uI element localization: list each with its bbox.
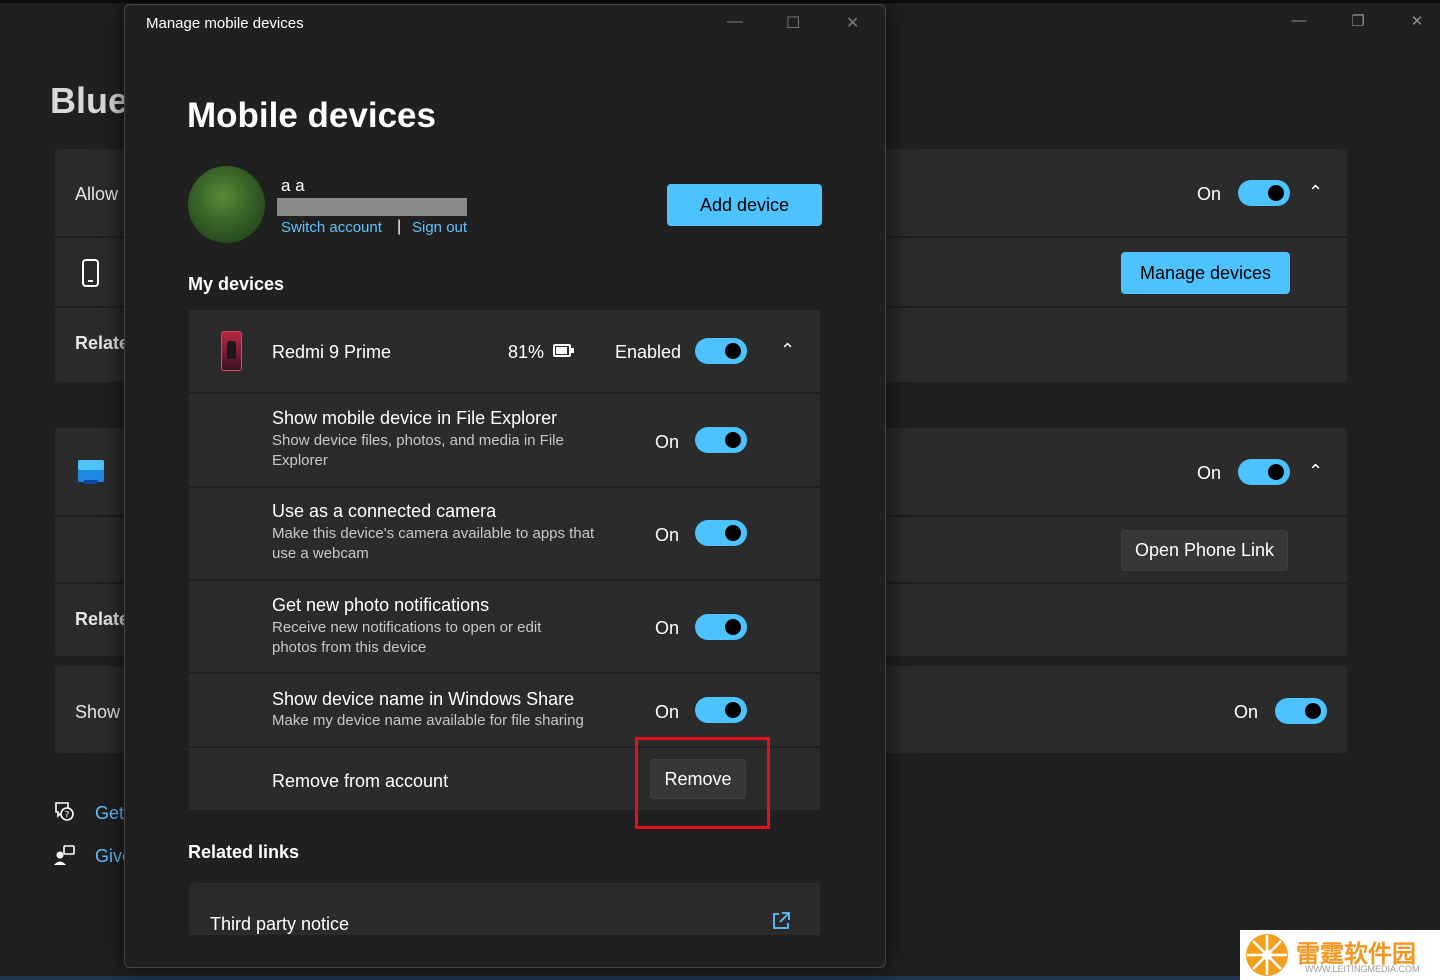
remove-label: Remove from account	[272, 771, 449, 791]
sign-out-link[interactable]: Sign out	[412, 219, 467, 236]
chevron-up-icon[interactable]: ⌃	[1308, 461, 1323, 482]
device-phone-icon	[221, 331, 242, 371]
setting-subtitle: Show device files, photos, and media in …	[272, 432, 564, 449]
dialog-title: Manage mobile devices	[146, 15, 304, 32]
third-party-notice-link[interactable]: Third party notice	[210, 914, 349, 935]
setting-title: Get new photo notifications	[272, 595, 490, 615]
setting-subtitle: Explorer	[272, 452, 328, 469]
external-link-icon[interactable]	[770, 910, 792, 932]
setting-subtitle: Receive new notifications to open or edi…	[272, 619, 542, 636]
show-state-label: On	[1234, 702, 1259, 722]
open-phone-link-button[interactable]: Open Phone Link	[1121, 530, 1288, 571]
related-label: Relate	[75, 609, 130, 629]
chevron-up-icon[interactable]: ⌃	[1308, 182, 1323, 203]
setting-title: Show mobile device in File Explorer	[272, 408, 558, 428]
link-separator: |	[397, 218, 402, 235]
camera-toggle[interactable]	[695, 520, 747, 546]
watermark-url: WWW.LEITINGMEDIA.COM	[1305, 964, 1420, 974]
get-help-link[interactable]: Get	[95, 803, 124, 824]
manage-devices-button[interactable]: Manage devices	[1121, 252, 1290, 294]
close-icon[interactable]: ✕	[1407, 12, 1427, 32]
minimize-icon[interactable]: —	[727, 13, 743, 31]
device-name: Redmi 9 Prime	[272, 342, 392, 362]
device-enabled-toggle[interactable]	[695, 338, 747, 364]
add-device-button[interactable]: Add device	[667, 184, 822, 226]
related-links-title: Related links	[188, 842, 300, 862]
setting-state-label: On	[655, 618, 680, 638]
chevron-up-icon[interactable]: ⌃	[780, 340, 795, 361]
setting-subtitle: Make my device name available for file s…	[272, 712, 584, 729]
phone-icon	[82, 259, 99, 287]
phone-link-toggle[interactable]	[1238, 459, 1290, 485]
setting-state-label: On	[655, 432, 680, 452]
account-name: a a	[281, 176, 305, 195]
restore-icon[interactable]: ❐	[1348, 12, 1368, 32]
highlight-box	[635, 737, 770, 829]
setting-subtitle: photos from this device	[272, 639, 427, 656]
phone-link-state-label: On	[1197, 463, 1222, 483]
setting-title: Use as a connected camera	[272, 501, 497, 521]
allow-state-label: On	[1197, 184, 1222, 204]
manage-mobile-devices-dialog	[124, 4, 886, 968]
phone-link-icon	[78, 460, 104, 484]
maximize-icon[interactable]: ☐	[786, 13, 800, 33]
close-icon[interactable]: ✕	[846, 13, 859, 33]
redacted-email	[277, 198, 467, 216]
my-devices-title: My devices	[188, 274, 285, 294]
battery-icon	[553, 344, 574, 357]
allow-toggle[interactable]	[1238, 180, 1290, 206]
setting-state-label: On	[655, 702, 680, 722]
battery-percent: 81%	[508, 342, 545, 362]
file-explorer-toggle[interactable]	[695, 427, 747, 453]
device-status: Enabled	[615, 342, 682, 362]
show-toggle[interactable]	[1275, 698, 1327, 724]
setting-subtitle: Make this device's camera available to a…	[272, 525, 595, 542]
setting-state-label: On	[655, 525, 680, 545]
minimize-icon[interactable]: —	[1289, 12, 1309, 32]
watermark-logo-icon	[1246, 934, 1288, 976]
avatar	[188, 166, 265, 243]
switch-account-link[interactable]: Switch account	[281, 219, 382, 236]
taskbar-strip	[0, 976, 1440, 980]
svg-text:?: ?	[65, 811, 70, 821]
feedback-icon	[54, 845, 75, 865]
show-label: Show	[75, 702, 121, 722]
photo-notifications-toggle[interactable]	[695, 614, 747, 640]
allow-label: Allow	[75, 184, 119, 204]
windows-share-toggle[interactable]	[695, 697, 747, 723]
setting-subtitle: use a webcam	[272, 545, 369, 562]
setting-title: Show device name in Windows Share	[272, 689, 575, 709]
dialog-heading: Mobile devices	[187, 96, 436, 135]
related-label: Relate	[75, 333, 130, 353]
get-help-icon: ?	[55, 802, 74, 821]
